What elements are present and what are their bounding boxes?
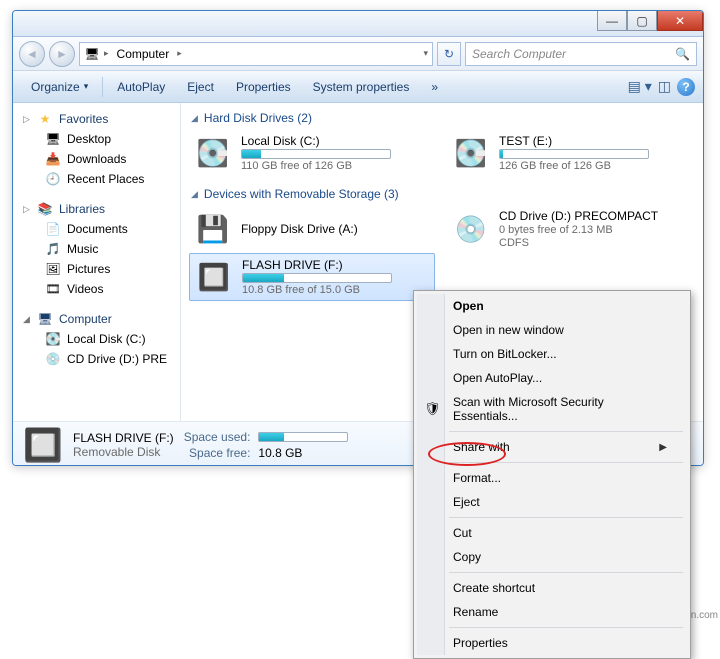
shield-icon: 🛡 xyxy=(424,401,440,417)
details-used-bar xyxy=(258,432,348,442)
ctx-open-new-window[interactable]: Open in new window xyxy=(417,318,687,342)
close-button[interactable]: ✕ xyxy=(657,11,703,31)
nav-recent[interactable]: 🕘Recent Places xyxy=(13,169,180,189)
chevron-icon: ▸ xyxy=(177,48,182,59)
cd-icon: 💿 xyxy=(451,209,491,249)
usb-drive-icon: 🔲 xyxy=(194,257,234,297)
ctx-bitlocker[interactable]: Turn on BitLocker... xyxy=(417,342,687,366)
details-used-label: Space used: xyxy=(184,430,251,444)
navbar: ◄ ► 🖥 ▸ Computer ▸ ▾ ↻ Search Computer 🔍 xyxy=(13,37,703,71)
desktop-icon: 🖥 xyxy=(45,131,61,147)
address-bar[interactable]: 🖥 ▸ Computer ▸ ▾ xyxy=(79,42,433,66)
view-button[interactable]: ▤ ▾ xyxy=(628,78,652,95)
star-icon: ★ xyxy=(37,111,53,127)
breadcrumb[interactable]: Computer xyxy=(113,47,174,61)
search-placeholder: Search Computer xyxy=(472,47,566,61)
nav-local-disk-c[interactable]: 💽Local Disk (C:) xyxy=(13,329,180,349)
nav-pictures[interactable]: 🖼Pictures xyxy=(13,259,180,279)
titlebar: — ▢ ✕ xyxy=(13,11,703,37)
ctx-eject[interactable]: Eject xyxy=(417,490,687,514)
ctx-open[interactable]: Open xyxy=(417,294,687,318)
drive-floppy-a[interactable]: 💾 Floppy Disk Drive (A:) xyxy=(189,205,435,253)
nav-desktop[interactable]: 🖥Desktop xyxy=(13,129,180,149)
dropdown-icon[interactable]: ▾ xyxy=(423,48,428,59)
back-button[interactable]: ◄ xyxy=(19,41,45,67)
videos-icon: 🎞 xyxy=(45,281,61,297)
nav-videos[interactable]: 🎞Videos xyxy=(13,279,180,299)
search-icon: 🔍 xyxy=(675,47,690,61)
context-menu: Open Open in new window Turn on BitLocke… xyxy=(413,290,691,659)
details-name: FLASH DRIVE (F:) xyxy=(73,431,174,445)
minimize-button[interactable]: — xyxy=(597,11,627,31)
search-input[interactable]: Search Computer 🔍 xyxy=(465,42,697,66)
maximize-button[interactable]: ▢ xyxy=(627,11,657,31)
pictures-icon: 🖼 xyxy=(45,261,61,277)
drive-icon: 💽 xyxy=(193,133,233,173)
nav-libraries-header[interactable]: ▷📚 Libraries xyxy=(13,199,180,219)
ctx-format[interactable]: Format... xyxy=(417,466,687,490)
chevron-icon: ▸ xyxy=(104,48,109,59)
submenu-arrow-icon: ▶ xyxy=(659,442,667,453)
ctx-scan[interactable]: 🛡Scan with Microsoft Security Essentials… xyxy=(417,390,687,428)
details-free-value: 10.8 GB xyxy=(258,446,348,460)
refresh-button[interactable]: ↻ xyxy=(437,42,461,66)
properties-button[interactable]: Properties xyxy=(226,76,301,98)
more-button[interactable]: » xyxy=(421,76,448,98)
recent-icon: 🕘 xyxy=(45,171,61,187)
ctx-cut[interactable]: Cut xyxy=(417,521,687,545)
ctx-properties[interactable]: Properties xyxy=(417,631,687,655)
system-properties-button[interactable]: System properties xyxy=(303,76,420,98)
drive-local-disk-c[interactable]: 💽 Local Disk (C:) 110 GB free of 126 GB xyxy=(189,129,435,177)
organize-button[interactable]: Organize ▾ xyxy=(21,76,98,98)
floppy-icon: 💾 xyxy=(193,209,233,249)
music-icon: 🎵 xyxy=(45,241,61,257)
drive-flash-f[interactable]: 🔲 FLASH DRIVE (F:) 10.8 GB free of 15.0 … xyxy=(189,253,435,301)
drive-test-e[interactable]: 💽 TEST (E:) 126 GB free of 126 GB xyxy=(447,129,693,177)
library-icon: 📚 xyxy=(37,201,53,217)
eject-button[interactable]: Eject xyxy=(177,76,224,98)
ctx-rename[interactable]: Rename xyxy=(417,600,687,624)
details-free-label: Space free: xyxy=(184,446,251,460)
ctx-create-shortcut[interactable]: Create shortcut xyxy=(417,576,687,600)
forward-button[interactable]: ► xyxy=(49,41,75,67)
nav-favorites-header[interactable]: ▷★ Favorites xyxy=(13,109,180,129)
usb-drive-icon: 🔲 xyxy=(23,425,63,465)
computer-icon: 🖥 xyxy=(84,46,100,62)
ctx-autoplay[interactable]: Open AutoPlay... xyxy=(417,366,687,390)
drive-cd-d[interactable]: 💿 CD Drive (D:) PRECOMPACT 0 bytes free … xyxy=(447,205,693,253)
ctx-share-with[interactable]: Share with▶ xyxy=(417,435,687,459)
nav-music[interactable]: 🎵Music xyxy=(13,239,180,259)
section-removable[interactable]: ◢Devices with Removable Storage (3) xyxy=(189,183,695,205)
computer-icon: 🖥 xyxy=(37,311,53,327)
nav-downloads[interactable]: 📥Downloads xyxy=(13,149,180,169)
drive-icon: 💽 xyxy=(45,331,61,347)
section-hdd[interactable]: ◢Hard Disk Drives (2) xyxy=(189,107,695,129)
nav-pane: ▷★ Favorites 🖥Desktop 📥Downloads 🕘Recent… xyxy=(13,103,181,421)
downloads-icon: 📥 xyxy=(45,151,61,167)
toolbar: Organize ▾ AutoPlay Eject Properties Sys… xyxy=(13,71,703,103)
help-button[interactable]: ? xyxy=(677,78,695,96)
ctx-copy[interactable]: Copy xyxy=(417,545,687,569)
nav-computer-header[interactable]: ◢🖥 Computer xyxy=(17,309,176,329)
preview-pane-button[interactable]: ◫ xyxy=(658,78,671,95)
cd-icon: 💿 xyxy=(45,351,61,367)
documents-icon: 📄 xyxy=(45,221,61,237)
autoplay-button[interactable]: AutoPlay xyxy=(107,76,175,98)
nav-cd-drive-d[interactable]: 💿CD Drive (D:) PRE xyxy=(13,349,180,369)
details-type: Removable Disk xyxy=(73,445,174,459)
drive-icon: 💽 xyxy=(451,133,491,173)
nav-documents[interactable]: 📄Documents xyxy=(13,219,180,239)
